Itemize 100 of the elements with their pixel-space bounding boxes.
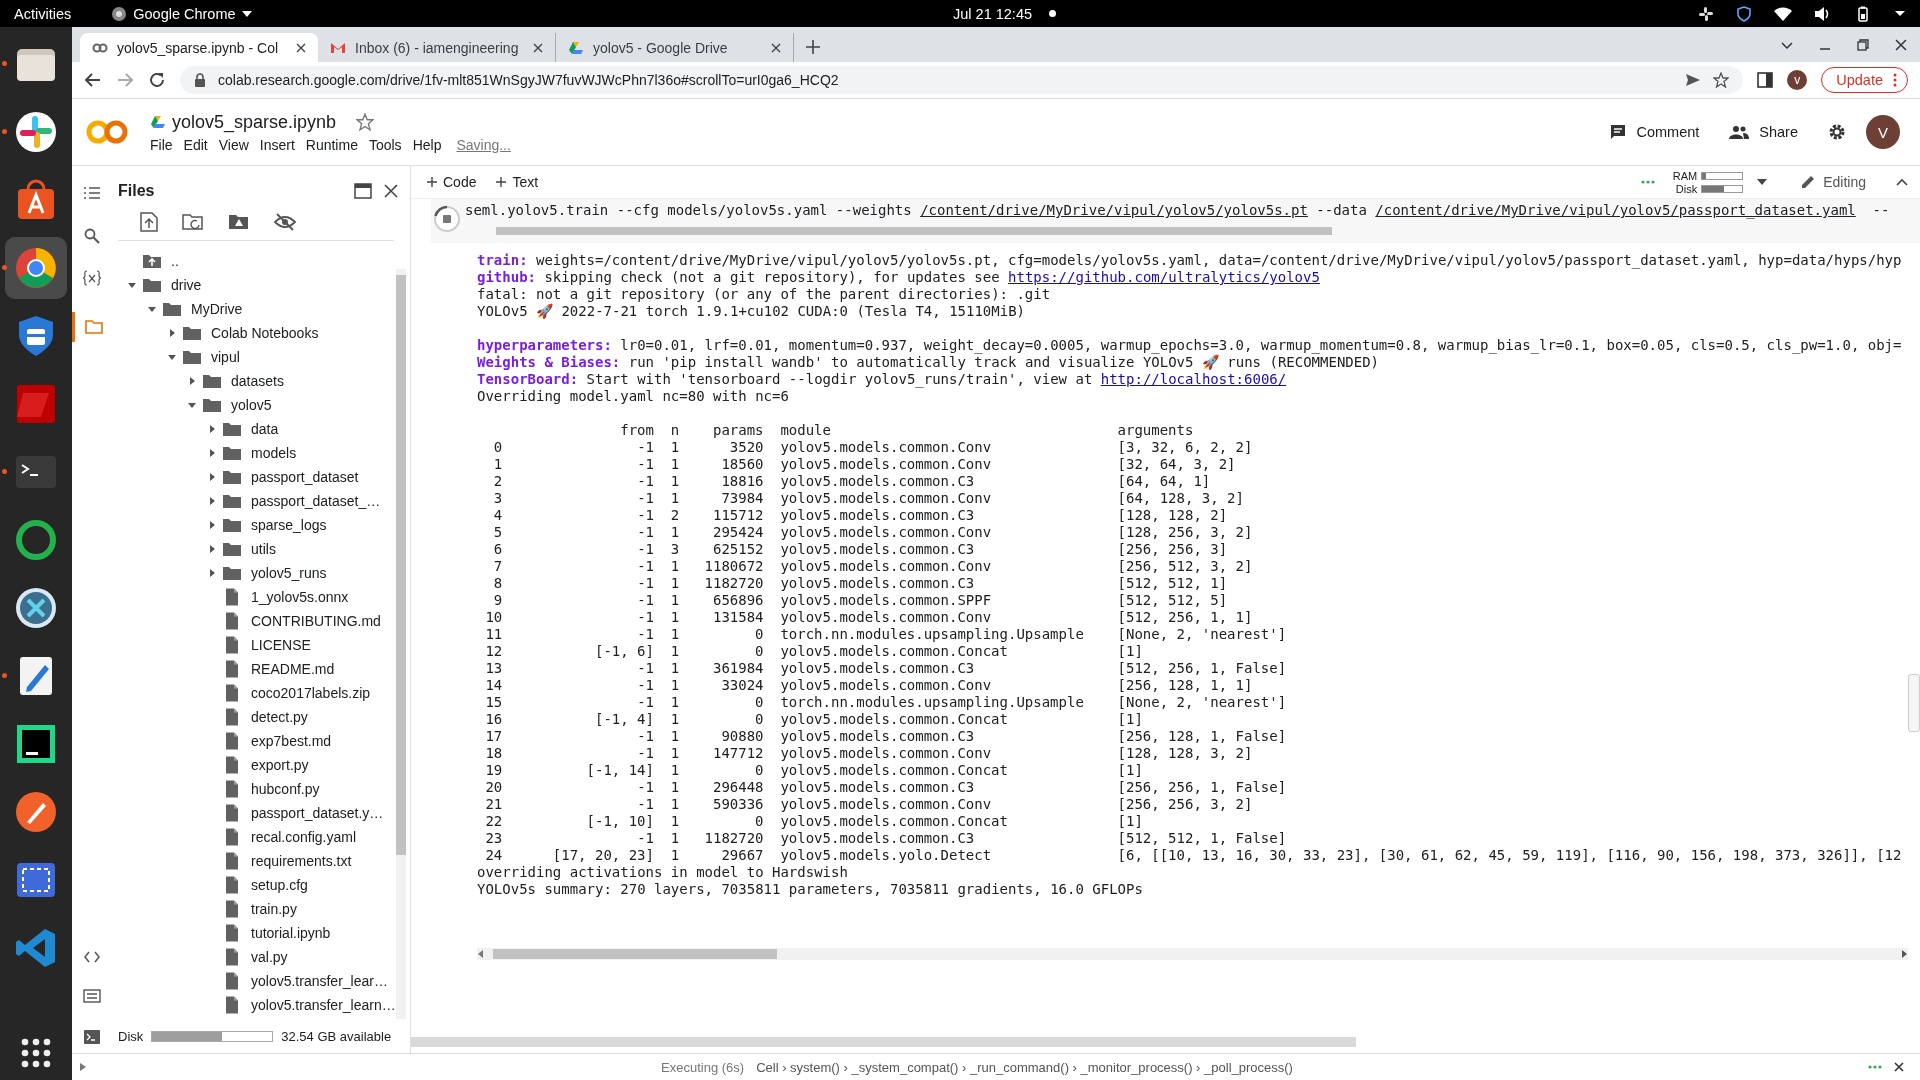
tree-item[interactable]: vipul xyxy=(211,349,240,365)
caret-right-icon[interactable] xyxy=(207,424,217,434)
app-menu[interactable]: Google Chrome xyxy=(111,5,252,22)
menu-item[interactable]: Help xyxy=(412,136,442,153)
caret-right-icon[interactable] xyxy=(207,496,217,506)
settings-icon[interactable] xyxy=(1828,123,1846,141)
notebook-title[interactable]: yolov5_sparse.ipynb xyxy=(172,111,337,133)
tree-item[interactable]: train.py xyxy=(251,901,297,917)
tree-item[interactable]: setup.cfg xyxy=(251,877,308,893)
caret-right-icon[interactable] xyxy=(187,376,197,386)
output-link[interactable]: http://localhost:6006/ xyxy=(1100,371,1287,387)
close-icon[interactable] xyxy=(1895,39,1907,51)
reload-icon[interactable] xyxy=(148,71,166,89)
rings-logo-icon[interactable] xyxy=(86,119,128,145)
add-cell-button[interactable]: Text xyxy=(496,174,539,190)
activities-button[interactable]: Activities xyxy=(14,5,72,22)
caret-right-icon[interactable] xyxy=(207,544,217,554)
caret-down-icon[interactable] xyxy=(147,304,157,314)
caret-right-icon[interactable] xyxy=(207,520,217,530)
caret-right-icon[interactable] xyxy=(207,568,217,578)
tree-item[interactable]: exp7best.md xyxy=(251,733,332,749)
clock[interactable]: Jul 21 12:45 xyxy=(953,5,1032,22)
tree-item[interactable]: utils xyxy=(251,541,276,557)
menu-item[interactable]: Insert xyxy=(259,136,295,153)
caret-right-icon[interactable] xyxy=(167,328,177,338)
call-trace[interactable]: Cell › system() › _system_compat() › _run_command() › _monitor_process() › _poll_process() xyxy=(756,1059,1293,1075)
tree-item[interactable]: 1_yolov5s.onnx xyxy=(251,589,349,605)
caret-down-icon[interactable] xyxy=(127,280,137,290)
scrollbar[interactable] xyxy=(477,948,1908,960)
new-window-icon[interactable] xyxy=(354,183,372,199)
back-icon[interactable] xyxy=(84,71,102,89)
tree-item[interactable]: tutorial.ipynb xyxy=(251,925,331,941)
folder-refresh-icon[interactable] xyxy=(182,213,204,231)
stop-button[interactable] xyxy=(433,205,461,233)
menu-item[interactable]: View xyxy=(218,136,249,153)
tree-item[interactable]: yolov5.transfer_learn… xyxy=(251,997,396,1013)
hide-icon[interactable] xyxy=(274,213,296,231)
tree-item[interactable]: yolov5.transfer_lear… xyxy=(251,973,388,989)
tree-item[interactable]: coco2017labels.zip xyxy=(251,685,371,701)
update-button[interactable]: Update xyxy=(1821,67,1908,93)
shield-icon[interactable] xyxy=(1736,5,1752,22)
tree-item[interactable]: export.py xyxy=(251,757,309,773)
tree-item[interactable]: MyDrive xyxy=(191,301,243,317)
profile-avatar[interactable]: v xyxy=(1787,70,1808,90)
tree-item[interactable]: CONTRIBUTING.md xyxy=(251,613,381,629)
user-avatar[interactable]: V xyxy=(1866,115,1900,149)
menu-item[interactable]: File xyxy=(150,136,173,153)
terminal-icon[interactable] xyxy=(83,1029,101,1045)
tree-item[interactable]: passport_dataset_… xyxy=(251,493,381,509)
scrollbar[interactable] xyxy=(1908,674,1920,732)
upload-icon[interactable] xyxy=(140,212,158,232)
menu-item[interactable]: Tools xyxy=(368,136,402,153)
close-icon[interactable] xyxy=(1894,1062,1904,1072)
star-icon[interactable] xyxy=(356,113,375,131)
side-panel-icon[interactable] xyxy=(1757,72,1774,88)
browser-tab[interactable]: yolov5_sparse.ipynb - Col xyxy=(80,33,318,62)
add-cell-button[interactable]: Code xyxy=(427,174,477,190)
resources-button[interactable]: RAM Disk xyxy=(1669,169,1744,195)
output-link[interactable]: https://github.com/ultralytics/yolov5 xyxy=(1008,269,1320,285)
restore-icon[interactable] xyxy=(1857,39,1869,51)
expand-icon[interactable] xyxy=(80,1063,86,1071)
tree-item[interactable]: drive xyxy=(171,277,202,293)
pinwheel-icon[interactable] xyxy=(1698,5,1714,22)
tree-item[interactable]: yolov5_runs xyxy=(251,565,327,581)
tree-item[interactable]: recal.config.yaml xyxy=(251,829,357,845)
app-grid-icon[interactable] xyxy=(21,1038,51,1068)
tree-item[interactable]: sparse_logs xyxy=(251,517,327,533)
menu-item[interactable]: Runtime xyxy=(305,136,358,153)
save-status[interactable]: Saving... xyxy=(456,136,511,153)
caret-down-icon[interactable] xyxy=(1894,9,1906,18)
scrollbar[interactable] xyxy=(396,269,406,1019)
tree-item[interactable]: .. xyxy=(171,253,179,269)
file-path-link[interactable]: /content/drive/MyDrive/vipul/yolov5/passport_dataset.yaml xyxy=(1375,202,1856,218)
code-icon[interactable] xyxy=(84,951,100,963)
browser-tab[interactable]: yolov5 - Google Drive xyxy=(556,33,794,62)
tree-item[interactable]: passport_dataset xyxy=(251,469,359,485)
variables-icon[interactable] xyxy=(82,270,102,286)
address-bar[interactable]: colab.research.google.com/drive/1fv-mlt851WnSgyJW7fuvWJWcPhn7l36o#scrollTo=urI0ga6_HCQ2 xyxy=(180,66,1744,94)
tree-item[interactable]: val.py xyxy=(251,949,288,965)
scrollbar[interactable] xyxy=(411,1037,1356,1047)
browser-tab[interactable]: Inbox (6) - iamengineering xyxy=(318,33,556,62)
caret-down-icon[interactable] xyxy=(1757,179,1768,185)
editing-mode-button[interactable]: Editing xyxy=(1801,174,1866,190)
close-icon[interactable] xyxy=(296,42,306,53)
caret-down-icon[interactable] xyxy=(187,400,197,410)
caret-down-icon[interactable] xyxy=(167,352,177,362)
search-icon[interactable] xyxy=(84,228,100,244)
close-icon[interactable] xyxy=(533,42,543,53)
collapse-icon[interactable] xyxy=(1896,178,1908,186)
send-icon[interactable] xyxy=(1685,72,1702,88)
close-icon[interactable] xyxy=(384,184,398,198)
list-icon[interactable] xyxy=(83,184,101,202)
tree-item[interactable]: Colab Notebooks xyxy=(211,325,319,341)
close-icon[interactable] xyxy=(771,42,781,53)
tree-item[interactable]: datasets xyxy=(231,373,284,389)
comment-button[interactable]: Comment xyxy=(1610,124,1700,140)
tree-item[interactable]: data xyxy=(251,421,279,437)
tree-item[interactable]: hubconf.py xyxy=(251,781,320,797)
caret-right-icon[interactable] xyxy=(207,472,217,482)
new-tab-icon[interactable] xyxy=(806,40,820,54)
